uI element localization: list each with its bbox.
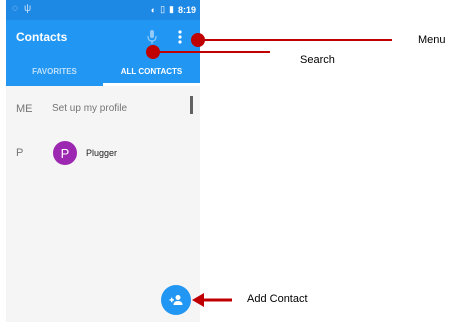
scrollbar-thumb[interactable] <box>190 96 193 114</box>
section-letter: ME <box>16 103 33 115</box>
add-contact-callout-label: Add Contact <box>247 293 308 305</box>
signal-icon: ▯ <box>160 4 166 14</box>
my-profile-row[interactable]: ME Set up my profile <box>6 96 200 124</box>
notification-icon: ◌ <box>12 3 18 14</box>
menu-dots-icon[interactable] <box>174 28 186 46</box>
avatar: P <box>53 141 77 165</box>
tab-favorites[interactable]: FAVORITES <box>6 56 103 86</box>
add-contact-button[interactable] <box>161 285 191 315</box>
active-tab-indicator <box>103 83 200 86</box>
phone-screen: ◌ ψ ◐ ▯ ▮ 8:19 Contacts FAVORITES ALL CO… <box>6 0 200 322</box>
usb-icon: ψ <box>23 3 32 14</box>
my-profile-label: Set up my profile <box>52 103 128 114</box>
sync-icon: ◐ <box>150 4 157 15</box>
app-bar: Contacts <box>6 20 200 56</box>
microphone-icon[interactable] <box>146 29 158 45</box>
page-title: Contacts <box>16 30 68 44</box>
list-item[interactable]: P P Plugger <box>6 140 200 168</box>
tab-bar: FAVORITES ALL CONTACTS <box>6 56 200 86</box>
battery-icon: ▮ <box>169 4 174 14</box>
section-letter: P <box>16 147 24 159</box>
contact-name: Plugger <box>86 148 118 158</box>
status-bar: ◌ ψ ◐ ▯ ▮ 8:19 <box>6 0 200 20</box>
menu-callout-label: Menu <box>418 34 446 46</box>
status-time: 8:19 <box>177 4 196 15</box>
tab-all-contacts[interactable]: ALL CONTACTS <box>103 56 200 86</box>
search-callout-label: Search <box>300 54 335 66</box>
add-person-icon <box>169 295 183 305</box>
